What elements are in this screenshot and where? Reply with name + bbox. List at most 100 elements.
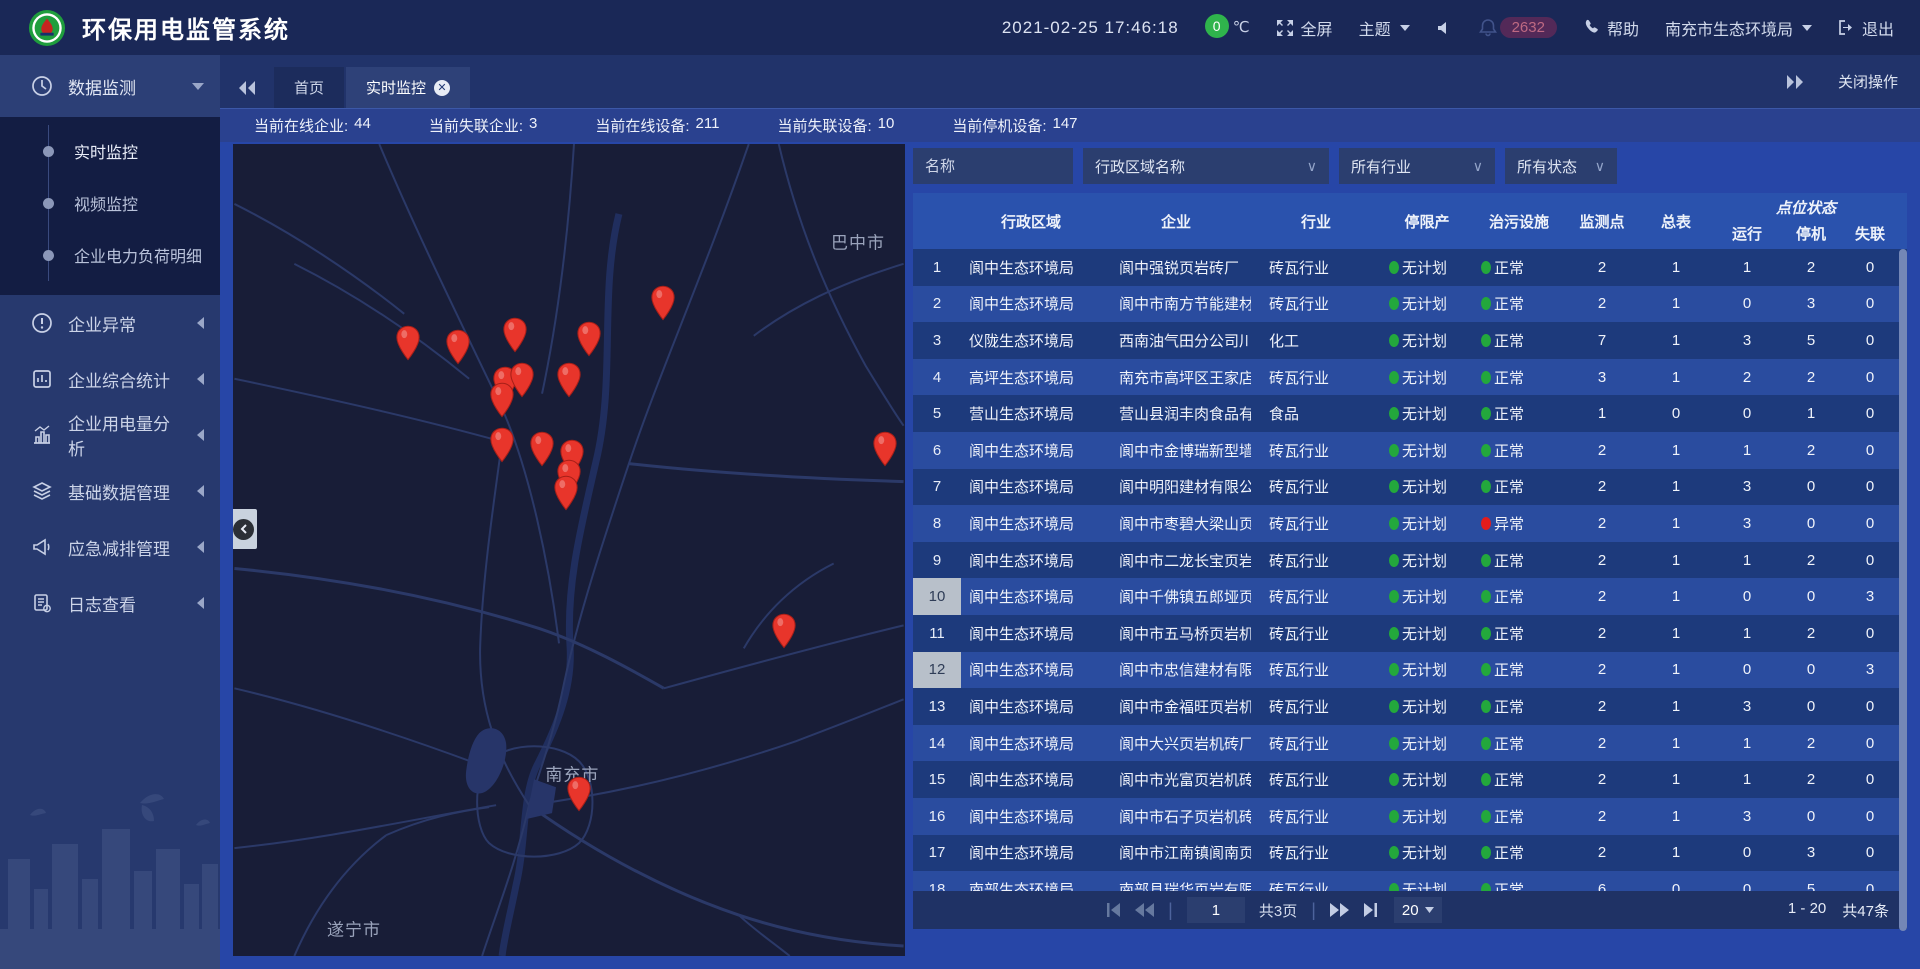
map-pin[interactable] <box>650 285 676 321</box>
table-scrollbar[interactable] <box>1899 249 1907 931</box>
map-pin[interactable] <box>576 321 602 357</box>
first-page-button[interactable] <box>1104 903 1121 917</box>
org-menu-button[interactable]: 南充市生态环境局 <box>1665 16 1812 40</box>
cell-pollution-facility: 正常 <box>1473 842 1565 863</box>
sidebar-item-enterprise-statistics[interactable]: 企业综合统计 <box>0 351 220 407</box>
stats-bar: 当前在线企业: 44 当前失联企业: 3 当前在线设备: 211 当前失联设备:… <box>220 108 1920 142</box>
chevron-left-icon <box>197 317 204 329</box>
cell-monitor-points: 2 <box>1565 588 1639 605</box>
table-row[interactable]: 6 阆中生态环境局 阆中市金博瑞新型墙材 砖瓦行业 无计划 正常 2 1 1 2… <box>913 432 1907 469</box>
cell-region: 阆中生态环境局 <box>961 513 1101 534</box>
status-dot <box>1389 297 1399 310</box>
table-row[interactable]: 10 阆中生态环境局 阆中千佛镇五郎垭页岩 砖瓦行业 无计划 正常 2 1 0 … <box>913 578 1907 615</box>
tab-home[interactable]: 首页 <box>274 67 344 108</box>
sidebar-item-label: 实时监控 <box>74 139 138 163</box>
table-row[interactable]: 2 阆中生态环境局 阆中市南方节能建材有 砖瓦行业 无计划 正常 2 1 0 3… <box>913 286 1907 323</box>
cell-production-limit: 无计划 <box>1381 330 1473 351</box>
table-row[interactable]: 7 阆中生态环境局 阆中明阳建材有限公司 砖瓦行业 无计划 正常 2 1 3 0… <box>913 469 1907 506</box>
map-pin[interactable] <box>566 776 592 812</box>
table-row[interactable]: 4 高坪生态环境局 南充市高坪区王家店建 砖瓦行业 无计划 正常 3 1 2 2… <box>913 359 1907 396</box>
cell-region: 阆中生态环境局 <box>961 696 1101 717</box>
cell-stopped: 0 <box>1781 478 1841 495</box>
sidebar-item-log-view[interactable]: 日志查看 <box>0 575 220 631</box>
tabs-scroll-left-button[interactable] <box>220 67 274 108</box>
table-row[interactable]: 15 阆中生态环境局 阆中市光富页岩机砖厂 砖瓦行业 无计划 正常 2 1 1 … <box>913 761 1907 798</box>
sidebar-item-realtime-monitoring[interactable]: 实时监控 <box>0 125 220 177</box>
map-pin[interactable] <box>872 431 898 467</box>
stat-value: 211 <box>696 115 720 136</box>
status-filter-select[interactable]: 所有状态 ∨ <box>1505 148 1617 184</box>
sidebar-item-power-usage-analysis[interactable]: 企业用电量分析 <box>0 407 220 463</box>
stat-label: 当前失联设备: <box>777 115 871 136</box>
table-row[interactable]: 16 阆中生态环境局 阆中市石子页岩机砖厂 砖瓦行业 无计划 正常 2 1 3 … <box>913 798 1907 835</box>
sidebar-item-data-monitoring[interactable]: 数据监测 <box>0 55 220 117</box>
map-pin[interactable] <box>529 431 555 467</box>
next-page-button[interactable] <box>1330 903 1349 917</box>
table-row[interactable]: 1 阆中生态环境局 阆中强锐页岩砖厂 砖瓦行业 无计划 正常 2 1 1 2 0 <box>913 249 1907 286</box>
table-row[interactable]: 12 阆中生态环境局 阆中市忠信建材有限公 砖瓦行业 无计划 正常 2 1 0 … <box>913 652 1907 689</box>
cell-industry: 砖瓦行业 <box>1251 733 1381 754</box>
cell-monitor-points: 1 <box>1565 405 1639 422</box>
chevron-left-icon <box>197 597 204 609</box>
table-row[interactable]: 17 阆中生态环境局 阆中市江南镇阆南页岩 砖瓦行业 无计划 正常 2 1 0 … <box>913 835 1907 872</box>
table-row[interactable]: 13 阆中生态环境局 阆中市金福旺页岩机砖 砖瓦行业 无计划 正常 2 1 3 … <box>913 688 1907 725</box>
map-panel[interactable]: 巴中市南充市遂宁市 <box>233 144 905 956</box>
sidebar-item-power-load-detail[interactable]: 企业电力负荷明细 <box>0 229 220 281</box>
sidebar-item-emergency-reduction[interactable]: 应急减排管理 <box>0 519 220 575</box>
map-pin[interactable] <box>489 382 515 418</box>
sidebar-item-video-monitoring[interactable]: 视频监控 <box>0 177 220 229</box>
page-number-input[interactable]: 1 <box>1187 897 1245 923</box>
cell-industry: 砖瓦行业 <box>1251 806 1381 827</box>
map-pin[interactable] <box>445 329 471 365</box>
table-row[interactable]: 9 阆中生态环境局 阆中市二龙长宝页岩砖 砖瓦行业 无计划 正常 2 1 1 2… <box>913 542 1907 579</box>
name-filter-input[interactable] <box>913 148 1073 184</box>
table-row[interactable]: 5 营山生态环境局 营山县润丰肉食品有限 食品 无计划 正常 1 0 0 1 0 <box>913 395 1907 432</box>
double-chevron-right-icon[interactable] <box>1786 75 1804 89</box>
table-row[interactable]: 8 阆中生态环境局 阆中市枣碧大梁山页岩 砖瓦行业 无计划 异常 2 1 3 0… <box>913 505 1907 542</box>
col-header-stopped: 停机 <box>1781 218 1841 249</box>
cell-running: 0 <box>1713 588 1781 605</box>
tab-realtime-monitoring[interactable]: 实时监控 ✕ <box>346 67 470 108</box>
speaker-mute-icon[interactable] <box>1436 20 1452 36</box>
map-pin[interactable] <box>489 427 515 463</box>
cell-offline: 0 <box>1841 369 1899 386</box>
cell-offline: 0 <box>1841 442 1899 459</box>
cell-production-limit: 无计划 <box>1381 696 1473 717</box>
region-filter-select[interactable]: 行政区域名称 ∨ <box>1083 148 1329 184</box>
cell-stopped: 0 <box>1781 808 1841 825</box>
page-size-select[interactable]: 20 <box>1394 897 1442 923</box>
map-pin[interactable] <box>556 362 582 398</box>
notifications-button[interactable]: 2632 <box>1478 17 1557 38</box>
table-row[interactable]: 18 南部生态环境局 南部县瑞华页岩有限公 砖瓦行业 无计划 正常 6 0 0 … <box>913 871 1907 891</box>
table-row[interactable]: 11 阆中生态环境局 阆中市五马桥页岩机砖 砖瓦行业 无计划 正常 2 1 1 … <box>913 615 1907 652</box>
sidebar-item-base-data-management[interactable]: 基础数据管理 <box>0 463 220 519</box>
logout-button[interactable]: 退出 <box>1838 16 1894 40</box>
sidebar-item-enterprise-anomaly[interactable]: 企业异常 <box>0 295 220 351</box>
map-collapse-button[interactable] <box>233 509 257 549</box>
help-label: 帮助 <box>1607 16 1639 40</box>
map-pin[interactable] <box>502 317 528 353</box>
help-button[interactable]: 帮助 <box>1583 16 1639 40</box>
cell-production-limit: 无计划 <box>1381 440 1473 461</box>
plan-label: 无计划 <box>1402 257 1447 278</box>
cell-production-limit: 无计划 <box>1381 623 1473 644</box>
cell-running: 1 <box>1713 442 1781 459</box>
theme-menu-button[interactable]: 主题 <box>1359 16 1410 40</box>
last-page-button[interactable] <box>1363 903 1380 917</box>
industry-filter-select[interactable]: 所有行业 ∨ <box>1339 148 1495 184</box>
map-pin[interactable] <box>771 614 797 650</box>
table-body: 1 阆中生态环境局 阆中强锐页岩砖厂 砖瓦行业 无计划 正常 2 1 1 2 0… <box>913 249 1907 891</box>
map-city-label: 巴中市 <box>831 229 885 254</box>
cell-production-limit: 无计划 <box>1381 550 1473 571</box>
prev-page-button[interactable] <box>1135 903 1154 917</box>
plan-label: 无计划 <box>1402 476 1447 497</box>
close-operations-button[interactable]: 关闭操作 <box>1838 71 1898 92</box>
tab-close-icon[interactable]: ✕ <box>434 80 450 96</box>
fullscreen-button[interactable]: 全屏 <box>1276 16 1333 40</box>
map-pin[interactable] <box>395 325 421 361</box>
table-row[interactable]: 14 阆中生态环境局 阆中大兴页岩机砖厂 砖瓦行业 无计划 正常 2 1 1 2… <box>913 725 1907 762</box>
cell-production-limit: 无计划 <box>1381 293 1473 314</box>
status-dot <box>1389 407 1399 420</box>
table-row[interactable]: 3 仪陇生态环境局 西南油气田分公司川中 化工 无计划 正常 7 1 3 5 0 <box>913 322 1907 359</box>
map-pin[interactable] <box>553 476 579 512</box>
